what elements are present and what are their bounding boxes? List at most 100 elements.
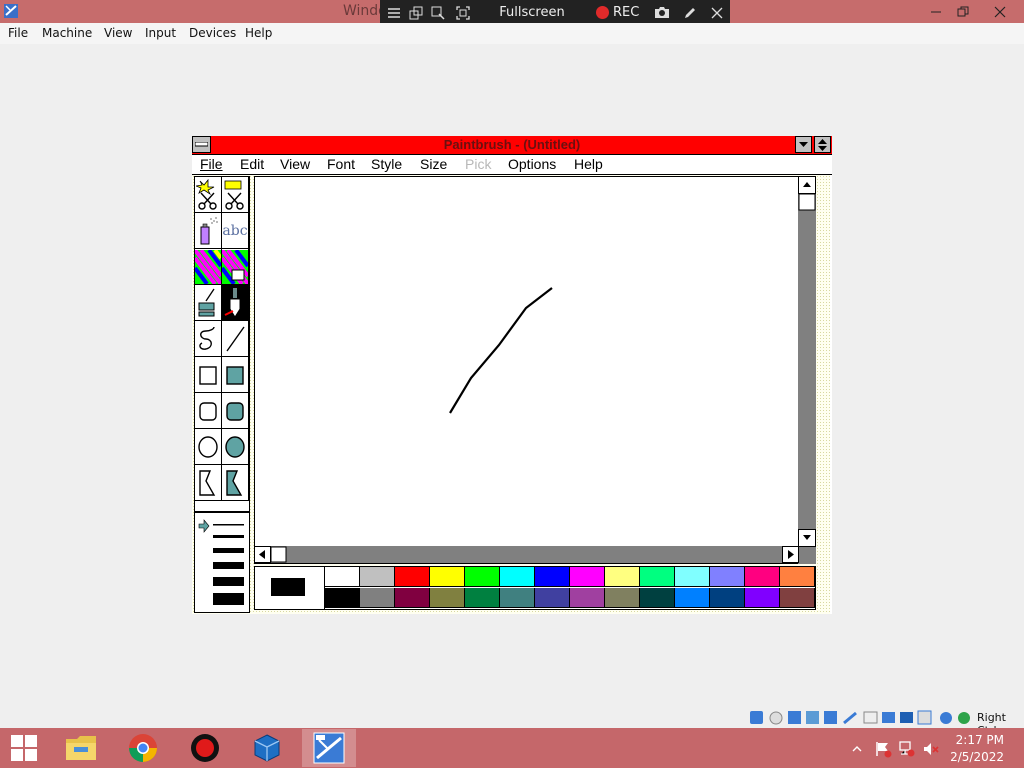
paint-menubar: File Edit View Font Style Size Pick Opti…: [192, 155, 832, 175]
palette-swatch[interactable]: [430, 567, 465, 587]
menu-icon[interactable]: [384, 4, 404, 21]
scaled-mode-icon[interactable]: [428, 4, 448, 21]
line-size-selector[interactable]: [195, 513, 249, 612]
line-size-box: [194, 512, 250, 613]
restore-button[interactable]: [814, 136, 831, 153]
paint-menu-size[interactable]: Size: [420, 156, 447, 172]
eraser-icon[interactable]: [222, 249, 249, 285]
host-menu-devices[interactable]: Devices: [189, 26, 236, 40]
close-button[interactable]: [983, 0, 1016, 23]
filled-circle-icon[interactable]: [222, 429, 249, 465]
rounded-box-icon[interactable]: [195, 393, 222, 429]
palette-swatch[interactable]: [360, 588, 395, 608]
paint-menu-edit[interactable]: Edit: [240, 156, 264, 172]
paint-roller-icon[interactable]: [195, 285, 222, 321]
circle-icon[interactable]: [195, 429, 222, 465]
virtualbox-button[interactable]: [240, 729, 294, 767]
palette-swatch[interactable]: [675, 567, 710, 587]
win31-vm-button[interactable]: [302, 729, 356, 767]
palette-swatch[interactable]: [780, 567, 815, 587]
horizontal-scrollbar[interactable]: [254, 546, 799, 563]
palette-swatch[interactable]: [465, 567, 500, 587]
restore-window-icon[interactable]: [406, 4, 426, 21]
palette-swatch[interactable]: [780, 588, 815, 608]
text-tool-label: abc: [222, 222, 248, 239]
chevron-up-icon[interactable]: [852, 745, 862, 753]
palette-swatch[interactable]: [395, 588, 430, 608]
action-center-flag-icon[interactable]: [874, 740, 892, 758]
palette-swatch[interactable]: [745, 588, 780, 608]
drawn-stroke: [449, 287, 553, 414]
rec-button[interactable]: REC: [596, 4, 646, 21]
paint-menu-file[interactable]: File: [200, 156, 223, 172]
palette-swatch[interactable]: [500, 567, 535, 587]
palette-swatch[interactable]: [325, 588, 360, 608]
seamless-mode-icon[interactable]: [452, 4, 474, 21]
fullscreen-label[interactable]: Fullscreen: [492, 4, 572, 21]
folder-icon: [66, 736, 96, 760]
palette-swatch[interactable]: [640, 588, 675, 608]
palette-swatch[interactable]: [500, 588, 535, 608]
paint-menu-help[interactable]: Help: [574, 156, 603, 172]
palette-swatch[interactable]: [535, 567, 570, 587]
palette-swatch[interactable]: [710, 567, 745, 587]
chrome-button[interactable]: [116, 729, 170, 767]
palette-swatch[interactable]: [570, 588, 605, 608]
paint-menu-style[interactable]: Style: [371, 156, 402, 172]
chrome-icon: [129, 734, 157, 762]
host-menu-help[interactable]: Help: [245, 26, 272, 40]
scissors-pick-icon[interactable]: [195, 177, 222, 213]
filled-box-icon[interactable]: [222, 357, 249, 393]
paint-menu-view[interactable]: View: [280, 156, 310, 172]
clock-time[interactable]: 2:17 PM: [956, 733, 1004, 747]
palette-swatch[interactable]: [640, 567, 675, 587]
start-button[interactable]: [0, 729, 48, 767]
file-explorer-button[interactable]: [54, 729, 108, 767]
palette-swatch[interactable]: [570, 567, 605, 587]
filled-polygon-icon[interactable]: [222, 465, 249, 501]
recorder-button[interactable]: [178, 729, 232, 767]
palette-swatch[interactable]: [605, 588, 640, 608]
host-menu-input[interactable]: Input: [145, 26, 176, 40]
restore-button[interactable]: [946, 0, 979, 23]
host-menu-view[interactable]: View: [104, 26, 132, 40]
palette-swatch[interactable]: [605, 567, 640, 587]
network-icon[interactable]: [898, 740, 916, 758]
brush-icon[interactable]: [222, 285, 249, 321]
text-tool-icon[interactable]: abc: [222, 213, 249, 249]
volume-muted-icon[interactable]: [922, 740, 940, 758]
palette-swatch[interactable]: [465, 588, 500, 608]
palette-swatch[interactable]: [710, 588, 745, 608]
host-menu-file[interactable]: File: [8, 26, 28, 40]
box-icon[interactable]: [195, 357, 222, 393]
vertical-scrollbar[interactable]: [798, 176, 816, 564]
paint-menu-pick: Pick: [465, 156, 492, 172]
drawing-canvas[interactable]: [254, 176, 816, 564]
palette-swatch[interactable]: [535, 588, 570, 608]
palette-swatch[interactable]: [745, 567, 780, 587]
toolbox: abc: [194, 176, 250, 512]
camera-icon[interactable]: [652, 4, 672, 21]
filled-rounded-box-icon[interactable]: [222, 393, 249, 429]
color-eraser-icon[interactable]: [195, 249, 222, 285]
record-icon: [191, 734, 219, 762]
close-toolbar-icon[interactable]: [707, 4, 727, 21]
curve-icon[interactable]: [195, 321, 222, 357]
line-icon[interactable]: [222, 321, 249, 357]
paint-window-title: Paintbrush - (Untitled): [443, 137, 581, 152]
airbrush-icon[interactable]: [195, 213, 222, 249]
paint-menu-options[interactable]: Options: [508, 156, 556, 172]
clock-date[interactable]: 2/5/2022: [950, 750, 1004, 764]
polygon-icon[interactable]: [195, 465, 222, 501]
palette-swatch[interactable]: [675, 588, 710, 608]
palette-swatch[interactable]: [325, 567, 360, 587]
minimize-button[interactable]: [795, 136, 812, 153]
host-menu-machine[interactable]: Machine: [42, 26, 92, 40]
palette-swatch[interactable]: [430, 588, 465, 608]
windows-logo-icon: [11, 735, 37, 761]
palette-swatch[interactable]: [360, 567, 395, 587]
scissors-icon[interactable]: [222, 177, 249, 213]
paint-menu-font[interactable]: Font: [327, 156, 355, 172]
palette-swatch[interactable]: [395, 567, 430, 587]
pencil-icon[interactable]: [680, 4, 700, 21]
